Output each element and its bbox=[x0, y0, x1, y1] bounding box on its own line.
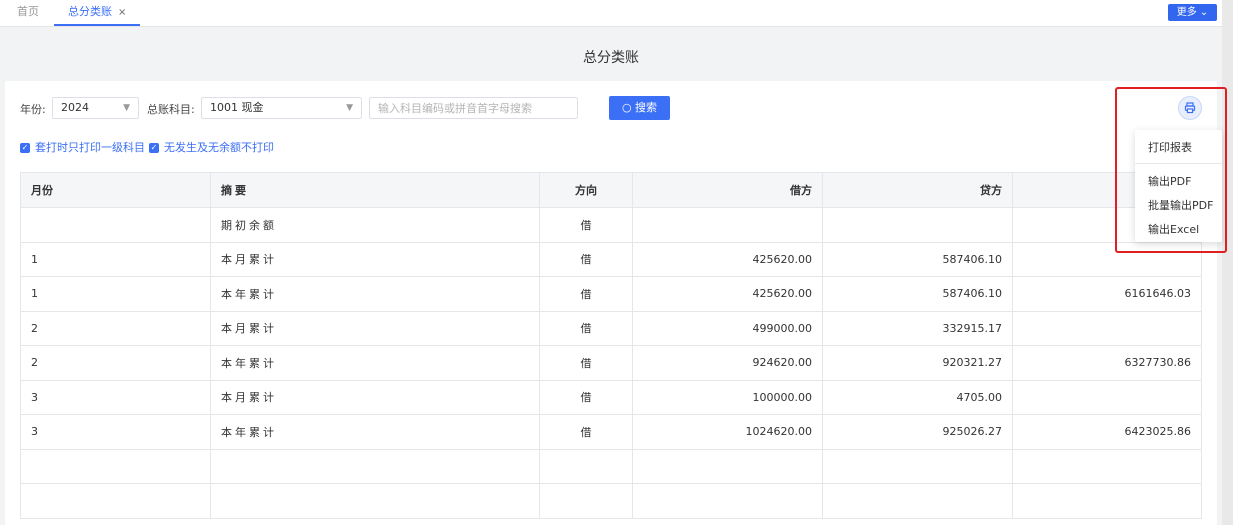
account-label: 总账科目: bbox=[147, 103, 195, 116]
year-label: 年份: bbox=[20, 103, 46, 116]
table-row: 期初余额 借 6 bbox=[20, 207, 1202, 243]
cell-credit bbox=[822, 448, 1013, 484]
table-row: 3 本月累计 借 100000.00 4705.00 bbox=[20, 379, 1202, 415]
cell-summary: 本年累计 bbox=[210, 276, 540, 312]
cell-credit: 920321.27 bbox=[822, 345, 1013, 381]
cell-direction: 借 bbox=[539, 207, 633, 243]
ledger-table: 月份 摘要 方向 借方 贷方 期初余额 借 6 1 本月累计 借 425620.… bbox=[20, 172, 1202, 519]
cell-debit: 425620.00 bbox=[632, 241, 823, 277]
cell-balance bbox=[1012, 379, 1202, 415]
table-row bbox=[20, 448, 1202, 484]
cell-debit: 425620.00 bbox=[632, 276, 823, 312]
cell-balance bbox=[1012, 483, 1202, 519]
cell-summary: 期初余额 bbox=[210, 207, 540, 243]
cell-credit: 4705.00 bbox=[822, 379, 1013, 415]
table-row bbox=[20, 483, 1202, 519]
checkbox-checked-icon: ✓ bbox=[149, 143, 159, 153]
cell-credit: 587406.10 bbox=[822, 241, 1013, 277]
cell-direction: 借 bbox=[539, 379, 633, 415]
print-level1-checkbox[interactable]: ✓ 套打时只打印一级科目 bbox=[20, 139, 145, 155]
cell-month: 1 bbox=[20, 241, 211, 277]
cell-credit: 587406.10 bbox=[822, 276, 1013, 312]
search-button-label: 搜索 bbox=[635, 101, 658, 114]
cell-direction: 借 bbox=[539, 310, 633, 346]
cell-month: 1 bbox=[20, 276, 211, 312]
cell-balance: 6327730.86 bbox=[1012, 345, 1202, 381]
cell-direction: 借 bbox=[539, 241, 633, 277]
header-credit: 贷方 bbox=[822, 172, 1013, 208]
skip-empty-checkbox[interactable]: ✓ 无发生及无余额不打印 bbox=[149, 139, 274, 155]
cell-summary: 本月累计 bbox=[210, 310, 540, 346]
checkbox-label: 套打时只打印一级科目 bbox=[35, 141, 145, 154]
account-select[interactable]: 1001 现金 ▼ bbox=[201, 97, 362, 119]
cell-direction: 借 bbox=[539, 345, 633, 381]
cell-direction: 借 bbox=[539, 276, 633, 312]
year-select[interactable]: 2024 ▼ bbox=[52, 97, 139, 119]
search-icon: ○ bbox=[621, 101, 632, 114]
cell-month bbox=[20, 483, 211, 519]
table-row: 3 本年累计 借 1024620.00 925026.27 6423025.86 bbox=[20, 414, 1202, 450]
header-debit: 借方 bbox=[632, 172, 823, 208]
cell-balance: 6161646.03 bbox=[1012, 276, 1202, 312]
cell-direction bbox=[539, 448, 633, 484]
tab-bar: 首页 总分类账 × 更多 ⌄ bbox=[0, 0, 1233, 27]
cell-summary: 本月累计 bbox=[210, 379, 540, 415]
tab-general-ledger[interactable]: 总分类账 × bbox=[54, 0, 141, 26]
cell-summary: 本年累计 bbox=[210, 345, 540, 381]
table-row: 2 本年累计 借 924620.00 920321.27 6327730.86 bbox=[20, 345, 1202, 381]
cell-direction bbox=[539, 483, 633, 519]
cell-month bbox=[20, 448, 211, 484]
scrollbar[interactable] bbox=[1222, 0, 1233, 525]
cell-month: 3 bbox=[20, 379, 211, 415]
cell-debit: 499000.00 bbox=[632, 310, 823, 346]
tab-label: 总分类账 bbox=[68, 5, 112, 18]
tab-home[interactable]: 首页 bbox=[17, 0, 39, 26]
checkbox-checked-icon: ✓ bbox=[20, 143, 30, 153]
highlight-box bbox=[1115, 87, 1227, 253]
cell-balance bbox=[1012, 448, 1202, 484]
table-header-row: 月份 摘要 方向 借方 贷方 bbox=[20, 172, 1202, 208]
cell-balance: 6423025.86 bbox=[1012, 414, 1202, 450]
year-value: 2024 bbox=[61, 101, 89, 114]
checkbox-label: 无发生及无余额不打印 bbox=[164, 141, 274, 154]
cell-credit bbox=[822, 207, 1013, 243]
header-summary: 摘要 bbox=[210, 172, 540, 208]
cell-direction: 借 bbox=[539, 414, 633, 450]
cell-month bbox=[20, 207, 211, 243]
cell-debit: 100000.00 bbox=[632, 379, 823, 415]
search-input[interactable] bbox=[369, 97, 578, 119]
cell-month: 2 bbox=[20, 310, 211, 346]
cell-summary bbox=[210, 483, 540, 519]
chevron-down-icon: ▼ bbox=[123, 103, 130, 113]
cell-month: 3 bbox=[20, 414, 211, 450]
table-row: 2 本月累计 借 499000.00 332915.17 bbox=[20, 310, 1202, 346]
cell-balance bbox=[1012, 310, 1202, 346]
cell-debit: 1024620.00 bbox=[632, 414, 823, 450]
cell-summary bbox=[210, 448, 540, 484]
search-button[interactable]: ○ 搜索 bbox=[609, 96, 670, 120]
cell-credit: 925026.27 bbox=[822, 414, 1013, 450]
cell-summary: 本年累计 bbox=[210, 414, 540, 450]
page-title: 总分类账 bbox=[583, 50, 639, 66]
cell-debit bbox=[632, 448, 823, 484]
chevron-down-icon: ▼ bbox=[346, 103, 353, 113]
close-icon[interactable]: × bbox=[118, 7, 126, 18]
table-row: 1 本月累计 借 425620.00 587406.10 bbox=[20, 241, 1202, 277]
table-row: 1 本年累计 借 425620.00 587406.10 6161646.03 bbox=[20, 276, 1202, 312]
header-direction: 方向 bbox=[539, 172, 633, 208]
cell-month: 2 bbox=[20, 345, 211, 381]
cell-debit bbox=[632, 483, 823, 519]
cell-debit bbox=[632, 207, 823, 243]
cell-debit: 924620.00 bbox=[632, 345, 823, 381]
cell-summary: 本月累计 bbox=[210, 241, 540, 277]
cell-credit: 332915.17 bbox=[822, 310, 1013, 346]
more-button[interactable]: 更多 ⌄ bbox=[1168, 4, 1217, 21]
cell-credit bbox=[822, 483, 1013, 519]
account-value: 1001 现金 bbox=[210, 101, 264, 114]
header-month: 月份 bbox=[20, 172, 211, 208]
